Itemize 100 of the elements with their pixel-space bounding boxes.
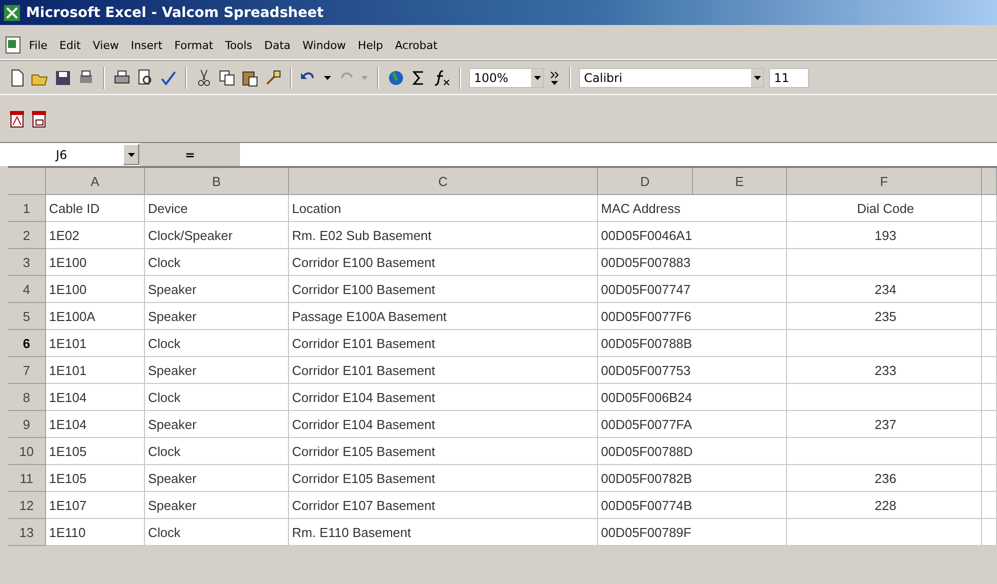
print-icon[interactable]: [113, 68, 131, 86]
copy-icon[interactable]: [218, 68, 236, 86]
row-header[interactable]: 13: [8, 519, 46, 546]
table-cell: Clock: [145, 519, 289, 546]
more-buttons-icon[interactable]: [549, 68, 561, 86]
menu-item[interactable]: Window: [298, 36, 351, 54]
font-combo[interactable]: Calibri: [579, 68, 764, 88]
row-header[interactable]: 9: [8, 411, 46, 438]
row-header[interactable]: 8: [8, 384, 46, 411]
table-cell: [982, 195, 997, 222]
table-cell: [982, 438, 997, 465]
table-cell: 236: [787, 465, 982, 492]
table-cell: 00D05F00788D: [598, 438, 787, 465]
table-cell: 00D05F007753: [598, 357, 787, 384]
table-cell: [982, 357, 997, 384]
table-cell: Corridor E107 Basement: [289, 492, 598, 519]
table-cell: 1E101: [46, 330, 145, 357]
table-cell: 00D05F0046A1: [598, 222, 787, 249]
table-cell: Corridor E100 Basement: [289, 276, 598, 303]
spelling-check-icon[interactable]: [159, 68, 177, 86]
table-cell: Speaker: [145, 492, 289, 519]
column-header[interactable]: C: [289, 168, 598, 195]
table-cell: Speaker: [145, 357, 289, 384]
table-cell: 00D05F007747: [598, 276, 787, 303]
row-header[interactable]: 10: [8, 438, 46, 465]
zoom-combo[interactable]: 100%: [469, 68, 544, 88]
name-box[interactable]: J6: [0, 144, 140, 165]
table-cell: 00D05F0077FA: [598, 411, 787, 438]
table-cell: 00D05F00782B: [598, 465, 787, 492]
table-cell: Rm. E02 Sub Basement: [289, 222, 598, 249]
menu-item[interactable]: File: [24, 36, 52, 54]
table-cell: [982, 411, 997, 438]
function-icon[interactable]: [433, 68, 451, 86]
menu-item[interactable]: Insert: [126, 36, 168, 54]
save-icon[interactable]: [54, 68, 72, 86]
row-header[interactable]: 5: [8, 303, 46, 330]
table-cell: [982, 330, 997, 357]
table-cell: Cable ID: [46, 195, 145, 222]
table-cell: Clock/Speaker: [145, 222, 289, 249]
table-cell: 1E105: [46, 465, 145, 492]
table-cell: Corridor E104 Basement: [289, 411, 598, 438]
table-cell: [982, 465, 997, 492]
table-cell: Corridor E105 Basement: [289, 465, 598, 492]
table-cell: Corridor E105 Basement: [289, 438, 598, 465]
column-header[interactable]: F: [787, 168, 982, 195]
table-cell: 00D05F006B24: [598, 384, 787, 411]
font-size-combo[interactable]: 11: [769, 68, 809, 88]
table-cell: Corridor E101 Basement: [289, 330, 598, 357]
globe-icon[interactable]: [387, 68, 405, 86]
column-header[interactable]: E: [693, 168, 787, 195]
table-cell: MAC Address: [598, 195, 787, 222]
table-cell: 1E101: [46, 357, 145, 384]
table-cell: 00D05F00788B: [598, 330, 787, 357]
menu-item[interactable]: Acrobat: [390, 36, 442, 54]
table-cell: Location: [289, 195, 598, 222]
column-header[interactable]: B: [145, 168, 289, 195]
format-painter-icon[interactable]: [264, 68, 282, 86]
print-preview-icon[interactable]: [136, 68, 154, 86]
row-header[interactable]: 1: [8, 195, 46, 222]
table-cell: 1E105: [46, 438, 145, 465]
table-cell: 235: [787, 303, 982, 330]
table-cell: [982, 276, 997, 303]
menu-item[interactable]: View: [88, 36, 124, 54]
table-cell: [982, 222, 997, 249]
menu-item[interactable]: Edit: [54, 36, 86, 54]
pdf-document-icon[interactable]: [8, 110, 26, 128]
column-header[interactable]: D: [598, 168, 693, 195]
table-cell: Clock: [145, 249, 289, 276]
spreadsheet-logo-icon[interactable]: [3, 4, 21, 22]
menu-item[interactable]: Help: [352, 36, 388, 54]
table-cell: [982, 303, 997, 330]
row-header[interactable]: 12: [8, 492, 46, 519]
table-cell: Clock: [145, 438, 289, 465]
row-header[interactable]: 4: [8, 276, 46, 303]
menu-item[interactable]: Tools: [220, 36, 258, 54]
row-header[interactable]: 2: [8, 222, 46, 249]
row-header[interactable]: 11: [8, 465, 46, 492]
row-header[interactable]: 3: [8, 249, 46, 276]
menu-item[interactable]: Format: [169, 36, 218, 54]
table-cell: Passage E100A Basement: [289, 303, 598, 330]
table-cell: [982, 492, 997, 519]
table-cell: Clock: [145, 330, 289, 357]
table-cell: 00D05F007883: [598, 249, 787, 276]
menu-item[interactable]: Data: [259, 36, 296, 54]
table-cell: Rm. E110 Basement: [289, 519, 598, 546]
table-cell: Speaker: [145, 303, 289, 330]
table-cell: 1E100A: [46, 303, 145, 330]
table-cell: 1E104: [46, 384, 145, 411]
equals-sign: =: [140, 143, 240, 166]
spreadsheet-document-icon[interactable]: [4, 36, 22, 54]
cut-icon[interactable]: [195, 68, 213, 86]
table-cell: 00D05F00774B: [598, 492, 787, 519]
row-header[interactable]: 6: [8, 330, 46, 357]
table-cell: Corridor E104 Basement: [289, 384, 598, 411]
pdf-document-icon[interactable]: [30, 110, 48, 128]
row-header[interactable]: 7: [8, 357, 46, 384]
paste-icon[interactable]: [241, 68, 259, 86]
table-cell: 00D05F0077F6: [598, 303, 787, 330]
table-cell: 00D05F00789F: [598, 519, 787, 546]
column-header[interactable]: A: [46, 168, 145, 195]
